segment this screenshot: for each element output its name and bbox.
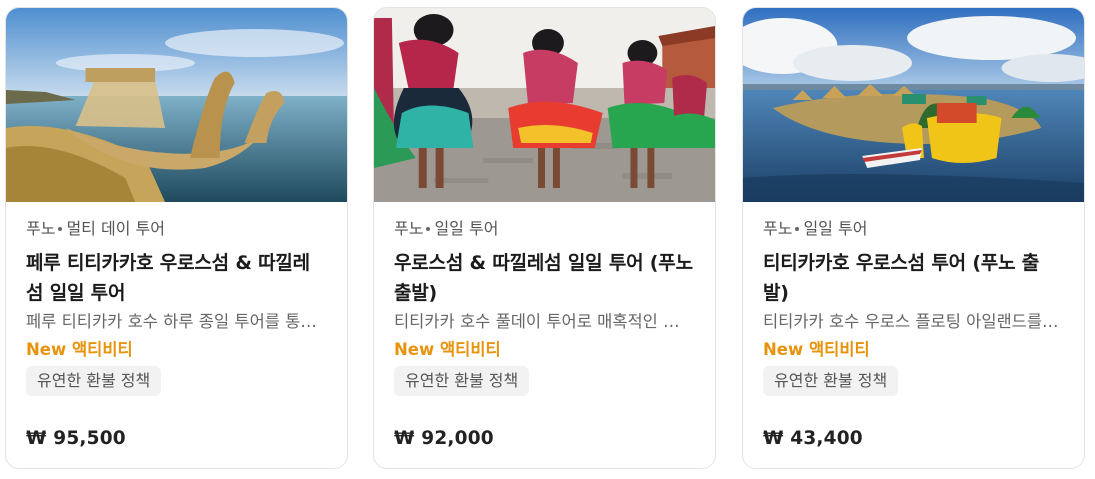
tour-type-label: 멀티 데이 투어 [66, 219, 165, 238]
activity-card-list: 푸노 멀티 데이 투어 페루 티티카카호 우로스섬 & 따낄레섬 일일 투어 페루… [0, 0, 1095, 479]
card-body: 푸노 일일 투어 우로스섬 & 따낄레섬 일일 투어 (푸노 출발) 티티카카 호… [374, 202, 715, 468]
separator-dot-icon [426, 226, 431, 231]
new-activity-label: New 액티비티 [26, 340, 133, 359]
activity-image-reed-boat[interactable] [6, 8, 347, 202]
location-label: 푸노 [26, 219, 56, 238]
card-description: 페루 티티카카 호수 하루 종일 투어를 통해 우로스섬과 따낄레섬을 방문하세… [26, 312, 324, 331]
separator-dot-icon [795, 226, 800, 231]
activity-card[interactable]: 푸노 멀티 데이 투어 페루 티티카카호 우로스섬 & 따낄레섬 일일 투어 페루… [5, 7, 348, 469]
card-title[interactable]: 우로스섬 & 따낄레섬 일일 투어 (푸노 출발) [394, 248, 695, 308]
card-price: ₩ 92,000 [394, 428, 494, 449]
refund-policy-badge: 유연한 환불 정책 [394, 366, 530, 396]
separator-dot-icon [58, 226, 63, 231]
tour-type-label: 일일 투어 [434, 219, 499, 238]
location-label: 푸노 [394, 219, 424, 238]
card-price: ₩ 95,500 [26, 428, 126, 449]
activity-card[interactable]: 푸노 일일 투어 우로스섬 & 따낄레섬 일일 투어 (푸노 출발) 티티카카 호… [373, 7, 716, 469]
card-description: 티티카카 호수 풀데이 투어로 매혹적인 섬들을 방문하세요 [394, 312, 692, 331]
dancers-image [374, 8, 715, 202]
refund-policy-badge: 유연한 환불 정책 [26, 366, 162, 396]
card-price: ₩ 43,400 [763, 428, 863, 449]
uros-islands-image [743, 8, 1084, 202]
card-body: 푸노 멀티 데이 투어 페루 티티카카호 우로스섬 & 따낄레섬 일일 투어 페루… [6, 202, 347, 468]
new-activity-label: New 액티비티 [394, 340, 501, 359]
activity-card[interactable]: 푸노 일일 투어 티티카카호 우로스섬 투어 (푸노 출발) 티티카카 호수 우로… [742, 7, 1085, 469]
tour-type-label: 일일 투어 [803, 219, 868, 238]
card-description: 티티카카 호수 우로스 플로팅 아일랜드를 방문하세요 [763, 312, 1061, 331]
card-body: 푸노 일일 투어 티티카카호 우로스섬 투어 (푸노 출발) 티티카카 호수 우로… [743, 202, 1084, 468]
new-activity-label: New 액티비티 [763, 340, 870, 359]
card-meta: 푸노 멀티 데이 투어 [26, 218, 327, 240]
reed-boat-image [6, 8, 347, 202]
card-meta: 푸노 일일 투어 [763, 218, 1064, 240]
location-label: 푸노 [763, 219, 793, 238]
activity-image-uros-islands[interactable] [743, 8, 1084, 202]
card-title[interactable]: 페루 티티카카호 우로스섬 & 따낄레섬 일일 투어 [26, 248, 327, 308]
refund-policy-badge: 유연한 환불 정책 [763, 366, 899, 396]
activity-image-dancers[interactable] [374, 8, 715, 202]
card-meta: 푸노 일일 투어 [394, 218, 695, 240]
card-title[interactable]: 티티카카호 우로스섬 투어 (푸노 출발) [763, 248, 1064, 308]
